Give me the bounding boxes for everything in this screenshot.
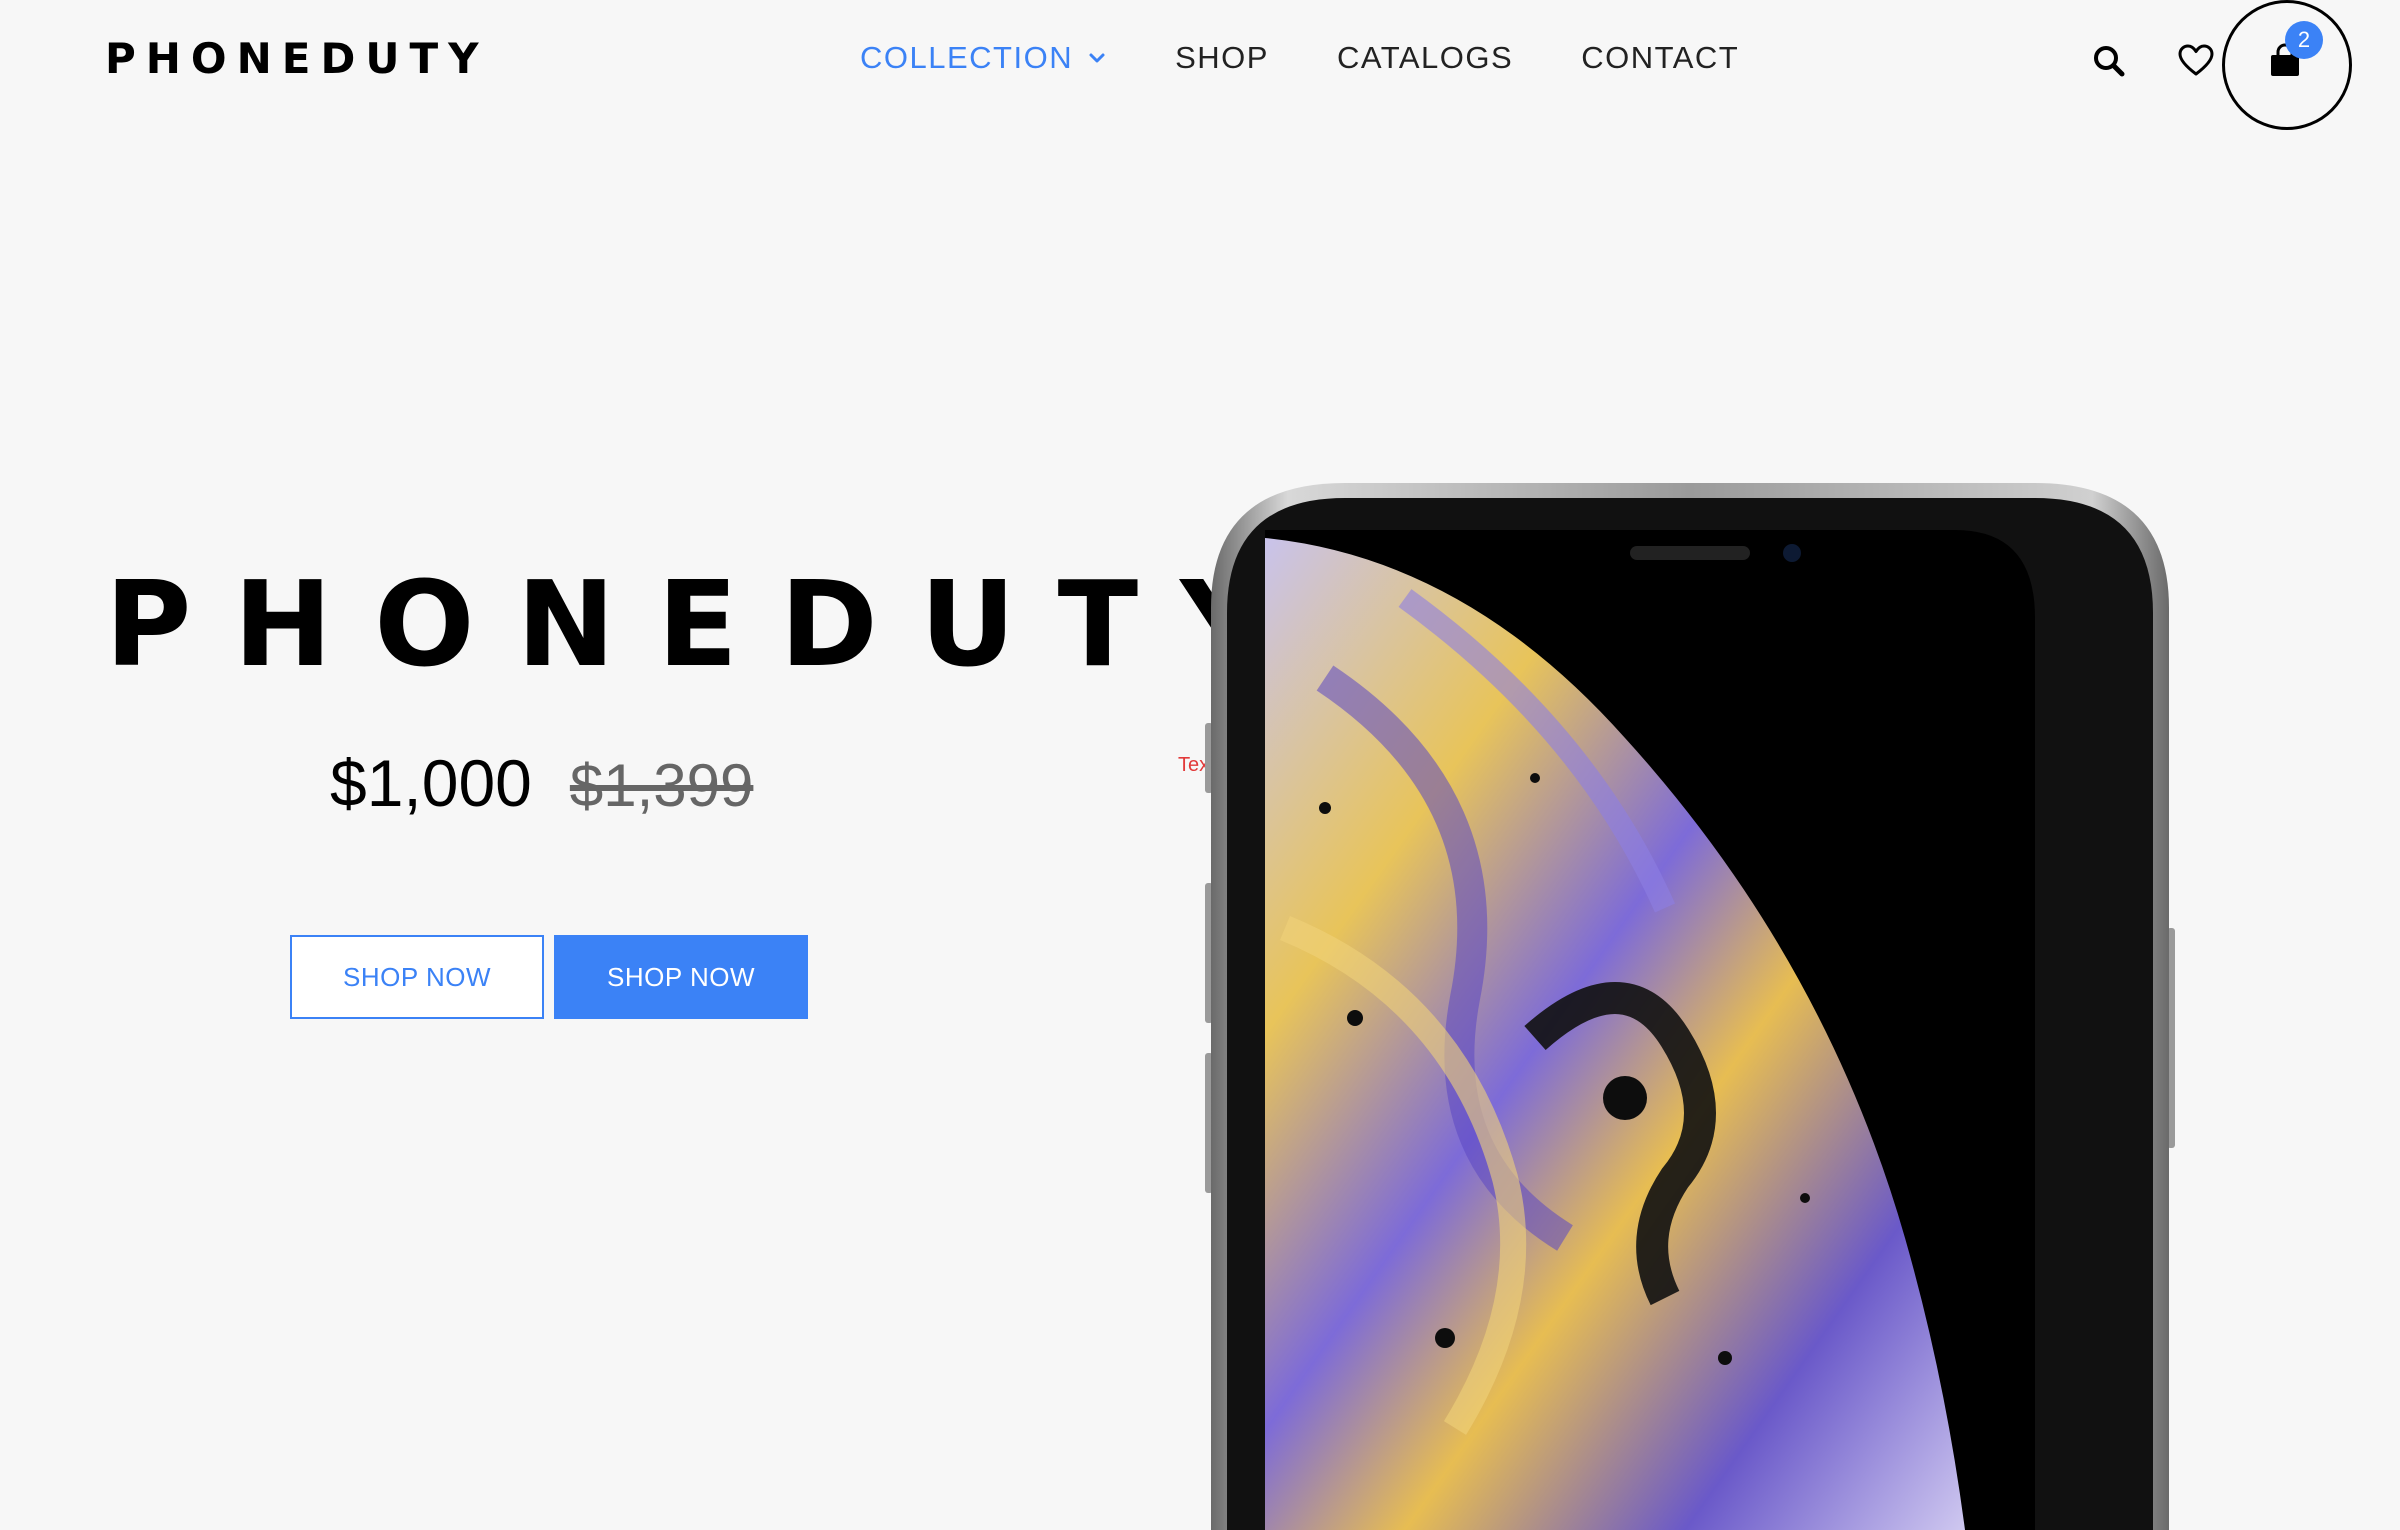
nav-item-contact[interactable]: CONTACT [1581,40,1739,76]
nav-item-shop[interactable]: SHOP [1175,40,1269,76]
phone-product-image [1205,483,2175,1530]
nav-item-label: SHOP [1175,40,1269,75]
heart-icon[interactable] [2178,44,2214,78]
hero-title: PHONEDUTY [105,555,1308,693]
nav-item-label: COLLECTION [860,40,1074,75]
nav-item-collection[interactable]: COLLECTION [860,40,1107,76]
cart-count-badge: 2 [2285,21,2323,59]
chevron-down-icon [1089,53,1105,63]
original-price: $1,399 [569,752,754,819]
search-icon[interactable] [2092,44,2126,78]
site-header: PHONEDUTY COLLECTION SHOP CATALOGS CONTA… [0,0,2400,130]
price-row: $1,000 $1,399 [330,745,753,821]
main-nav: COLLECTION SHOP CATALOGS CONTACT [860,40,1807,76]
site-logo[interactable]: PHONEDUTY [105,34,489,83]
shop-now-primary-button[interactable]: SHOP NOW [554,935,808,1019]
current-price: $1,000 [330,746,532,820]
nav-item-label: CONTACT [1581,40,1740,75]
nav-item-label: CATALOGS [1336,40,1514,75]
shop-now-outline-button[interactable]: SHOP NOW [290,935,544,1019]
nav-item-catalogs[interactable]: CATALOGS [1337,40,1513,76]
